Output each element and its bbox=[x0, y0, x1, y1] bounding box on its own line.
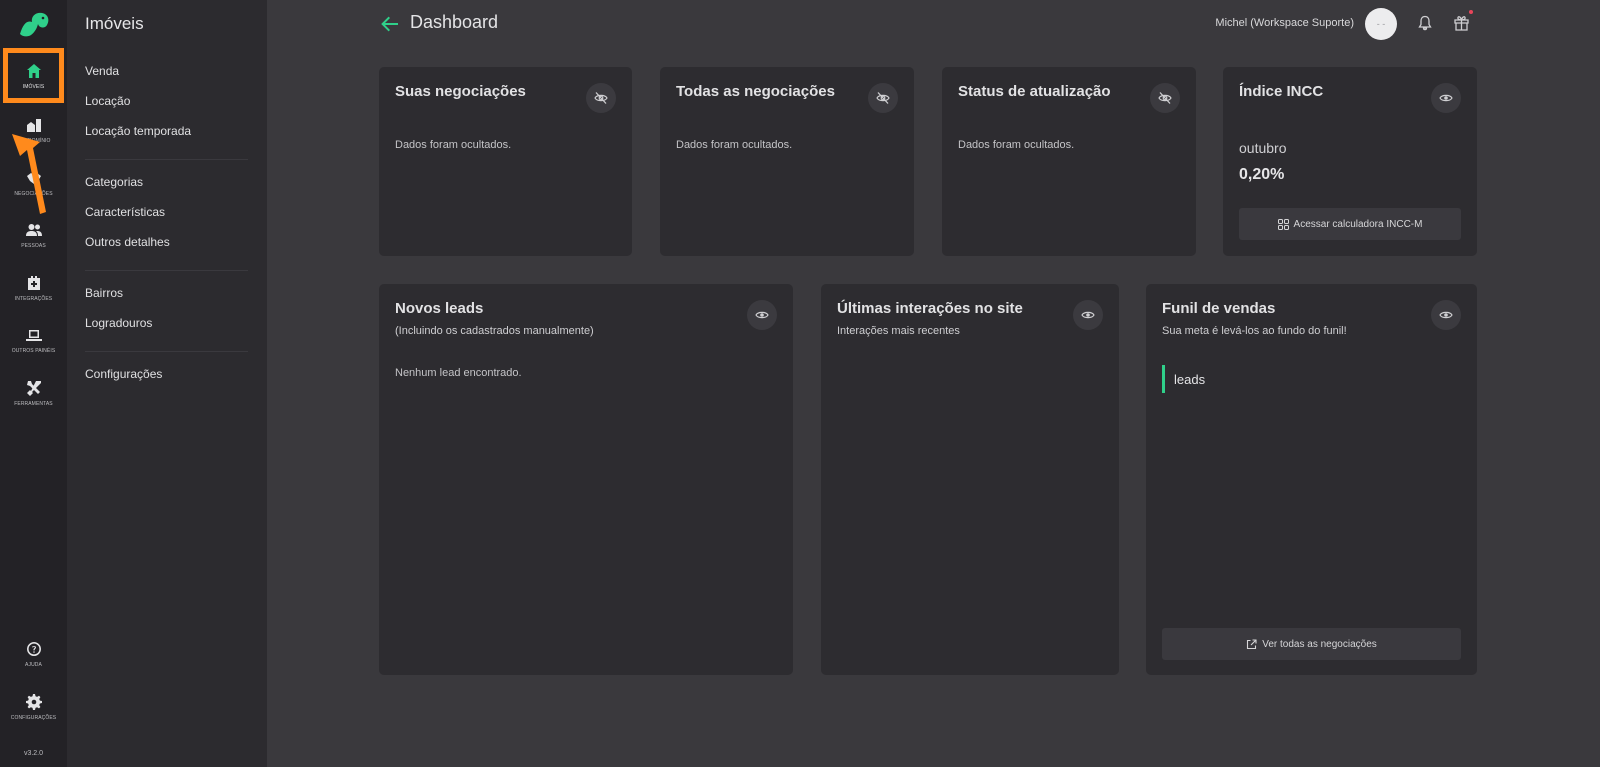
card-status-atualizacao: Status de atualização Dados foram oculta… bbox=[942, 67, 1196, 256]
toggle-visibility-button[interactable] bbox=[1150, 83, 1180, 113]
nav-link-venda[interactable]: Venda bbox=[85, 64, 119, 78]
building-icon bbox=[26, 118, 41, 132]
rail-item-label: Outros painéis bbox=[11, 347, 56, 354]
rail-item-label: Configurações bbox=[10, 714, 57, 721]
avatar[interactable]: - - bbox=[1365, 8, 1397, 40]
card-body: Dados foram ocultados. bbox=[958, 139, 1075, 151]
funnel-stage-indicator bbox=[1162, 365, 1165, 393]
card-funil-vendas: Funil de vendas Sua meta é levá-los ao f… bbox=[1146, 284, 1477, 675]
user-name[interactable]: Michel (Workspace Suporte) bbox=[1215, 17, 1354, 29]
external-link-icon bbox=[1247, 638, 1257, 649]
rail-item-negociacoes[interactable]: Negociações bbox=[0, 157, 67, 209]
handshake-icon bbox=[26, 172, 41, 184]
gear-icon bbox=[25, 693, 42, 710]
button-label: Ver todas as negociações bbox=[1262, 638, 1377, 650]
rail-item-outros-paineis[interactable]: Outros painéis bbox=[0, 314, 67, 366]
tools-icon bbox=[26, 380, 41, 396]
card-title: Índice INCC bbox=[1239, 83, 1324, 100]
nav-link-locacao[interactable]: Locação bbox=[85, 94, 130, 108]
card-title: Status de atualização bbox=[958, 83, 1111, 100]
toggle-visibility-button[interactable] bbox=[1431, 83, 1461, 113]
rail-item-ajuda[interactable]: Ajuda bbox=[0, 628, 67, 680]
nav-link-logradouros[interactable]: Logradouros bbox=[85, 316, 152, 330]
card-suas-negociacoes: Suas negociações Dados foram ocultados. bbox=[379, 67, 632, 256]
nav-link-configuracoes[interactable]: Configurações bbox=[85, 367, 162, 381]
rail-item-configuracoes[interactable]: Configurações bbox=[0, 681, 67, 733]
divider bbox=[85, 351, 248, 352]
nav-link-caracteristicas[interactable]: Características bbox=[85, 205, 165, 219]
card-body: Dados foram ocultados. bbox=[676, 139, 793, 151]
incc-value: 0,20% bbox=[1239, 166, 1285, 183]
eye-off-icon bbox=[1158, 92, 1172, 104]
people-icon bbox=[25, 223, 42, 236]
secondary-nav-title: Imóveis bbox=[85, 14, 144, 33]
bell-icon[interactable] bbox=[1417, 15, 1433, 31]
icon-rail: Imóveis Condomínio Negociações Pessoas I… bbox=[0, 0, 67, 767]
toggle-visibility-button[interactable] bbox=[747, 300, 777, 330]
avatar-initials: - - bbox=[1376, 19, 1386, 29]
rail-item-pessoas[interactable]: Pessoas bbox=[0, 209, 67, 261]
toggle-visibility-button[interactable] bbox=[1431, 300, 1461, 330]
card-subtitle: Interações mais recentes bbox=[837, 325, 960, 337]
arrow-left-icon[interactable] bbox=[380, 14, 400, 34]
card-indice-incc: Índice INCC outubro 0,20% Acessar calcul… bbox=[1223, 67, 1477, 256]
laptop-icon bbox=[25, 329, 42, 341]
button-label: Acessar calculadora INCC-M bbox=[1293, 218, 1423, 230]
card-subtitle: Sua meta é levá-los ao fundo do funil! bbox=[1162, 325, 1347, 337]
rail-item-label: Ferramentas bbox=[14, 400, 53, 407]
eye-off-icon bbox=[594, 92, 608, 104]
incc-calculator-button[interactable]: Acessar calculadora INCC-M bbox=[1239, 208, 1461, 240]
funnel-stage-label: leads bbox=[1174, 372, 1206, 387]
toggle-visibility-button[interactable] bbox=[868, 83, 898, 113]
divider bbox=[85, 270, 248, 271]
card-body: Nenhum lead encontrado. bbox=[395, 367, 522, 379]
eye-off-icon bbox=[876, 92, 890, 104]
calculator-icon bbox=[1277, 218, 1289, 230]
toggle-visibility-button[interactable] bbox=[1073, 300, 1103, 330]
squirrel-logo-icon[interactable] bbox=[17, 10, 51, 38]
secondary-nav: Imóveis Venda Locação Locação temporada … bbox=[67, 0, 267, 767]
rail-item-label: Negociações bbox=[14, 190, 53, 197]
home-icon bbox=[26, 63, 41, 78]
page-title: Dashboard bbox=[410, 12, 499, 32]
nav-link-locacao-temporada[interactable]: Locação temporada bbox=[85, 124, 191, 138]
notification-dot bbox=[1469, 10, 1473, 14]
card-todas-negociacoes: Todas as negociações Dados foram ocultad… bbox=[660, 67, 914, 256]
rail-item-condominio[interactable]: Condomínio bbox=[0, 104, 67, 156]
card-title: Novos leads bbox=[395, 300, 484, 317]
divider bbox=[85, 159, 248, 160]
nav-link-outros-detalhes[interactable]: Outros detalhes bbox=[85, 235, 170, 249]
app-version: v3.2.0 bbox=[23, 750, 44, 757]
card-body: Dados foram ocultados. bbox=[395, 139, 512, 151]
card-novos-leads: Novos leads (Incluindo os cadastrados ma… bbox=[379, 284, 793, 675]
rail-item-label: Condomínio bbox=[16, 137, 51, 144]
card-title: Últimas interações no site bbox=[837, 300, 1023, 317]
eye-icon bbox=[755, 311, 769, 319]
incc-month: outubro bbox=[1239, 140, 1287, 156]
nav-link-bairros[interactable]: Bairros bbox=[85, 286, 123, 300]
card-title: Todas as negociações bbox=[676, 83, 835, 100]
rail-item-label: Integrações bbox=[14, 295, 53, 302]
card-subtitle: (Incluindo os cadastrados manualmente) bbox=[395, 325, 594, 337]
view-all-negotiations-button[interactable]: Ver todas as negociações bbox=[1162, 628, 1461, 660]
eye-icon bbox=[1439, 311, 1453, 319]
card-title: Suas negociações bbox=[395, 83, 526, 100]
rail-item-label: Imóveis bbox=[22, 83, 45, 90]
rail-item-ferramentas[interactable]: Ferramentas bbox=[0, 367, 67, 419]
eye-icon bbox=[1439, 94, 1453, 102]
integration-icon bbox=[27, 275, 40, 290]
nav-link-categorias[interactable]: Categorias bbox=[85, 175, 143, 189]
eye-icon bbox=[1081, 311, 1095, 319]
rail-item-imoveis[interactable]: Imóveis bbox=[0, 50, 67, 102]
gift-icon[interactable] bbox=[1453, 14, 1470, 31]
rail-item-label: Ajuda bbox=[25, 661, 42, 668]
scrollbar[interactable] bbox=[1587, 0, 1600, 767]
toggle-visibility-button[interactable] bbox=[586, 83, 616, 113]
rail-item-integracoes[interactable]: Integrações bbox=[0, 262, 67, 314]
card-ultimas-interacoes: Últimas interações no site Interações ma… bbox=[821, 284, 1119, 675]
help-icon bbox=[26, 641, 41, 656]
card-title: Funil de vendas bbox=[1162, 300, 1276, 317]
rail-item-label: Pessoas bbox=[21, 242, 46, 249]
